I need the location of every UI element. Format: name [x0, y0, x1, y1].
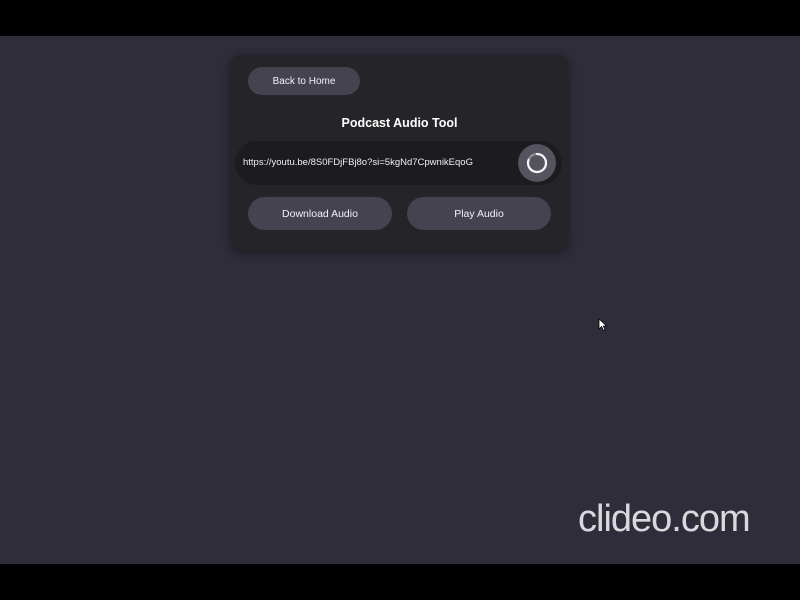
podcast-tool-card: Back to Home Podcast Audio Tool https://…	[231, 55, 568, 251]
page-background: Back to Home Podcast Audio Tool https://…	[0, 36, 800, 564]
letterbox-bottom	[0, 564, 800, 600]
play-audio-button[interactable]: Play Audio	[407, 197, 551, 230]
submit-button[interactable]	[518, 144, 556, 182]
download-audio-button[interactable]: Download Audio	[248, 197, 392, 230]
loading-spinner-icon	[526, 152, 548, 174]
url-input-row: https://youtu.be/8S0FDjFBj8o?si=5kgNd7Cp…	[235, 141, 562, 185]
mouse-pointer-icon	[598, 318, 608, 337]
back-to-home-button[interactable]: Back to Home	[248, 67, 360, 95]
watermark: clideo.com	[578, 498, 751, 540]
letterbox-top	[0, 0, 800, 36]
url-input[interactable]: https://youtu.be/8S0FDjFBj8o?si=5kgNd7Cp…	[243, 141, 473, 185]
page-title: Podcast Audio Tool	[341, 116, 458, 130]
